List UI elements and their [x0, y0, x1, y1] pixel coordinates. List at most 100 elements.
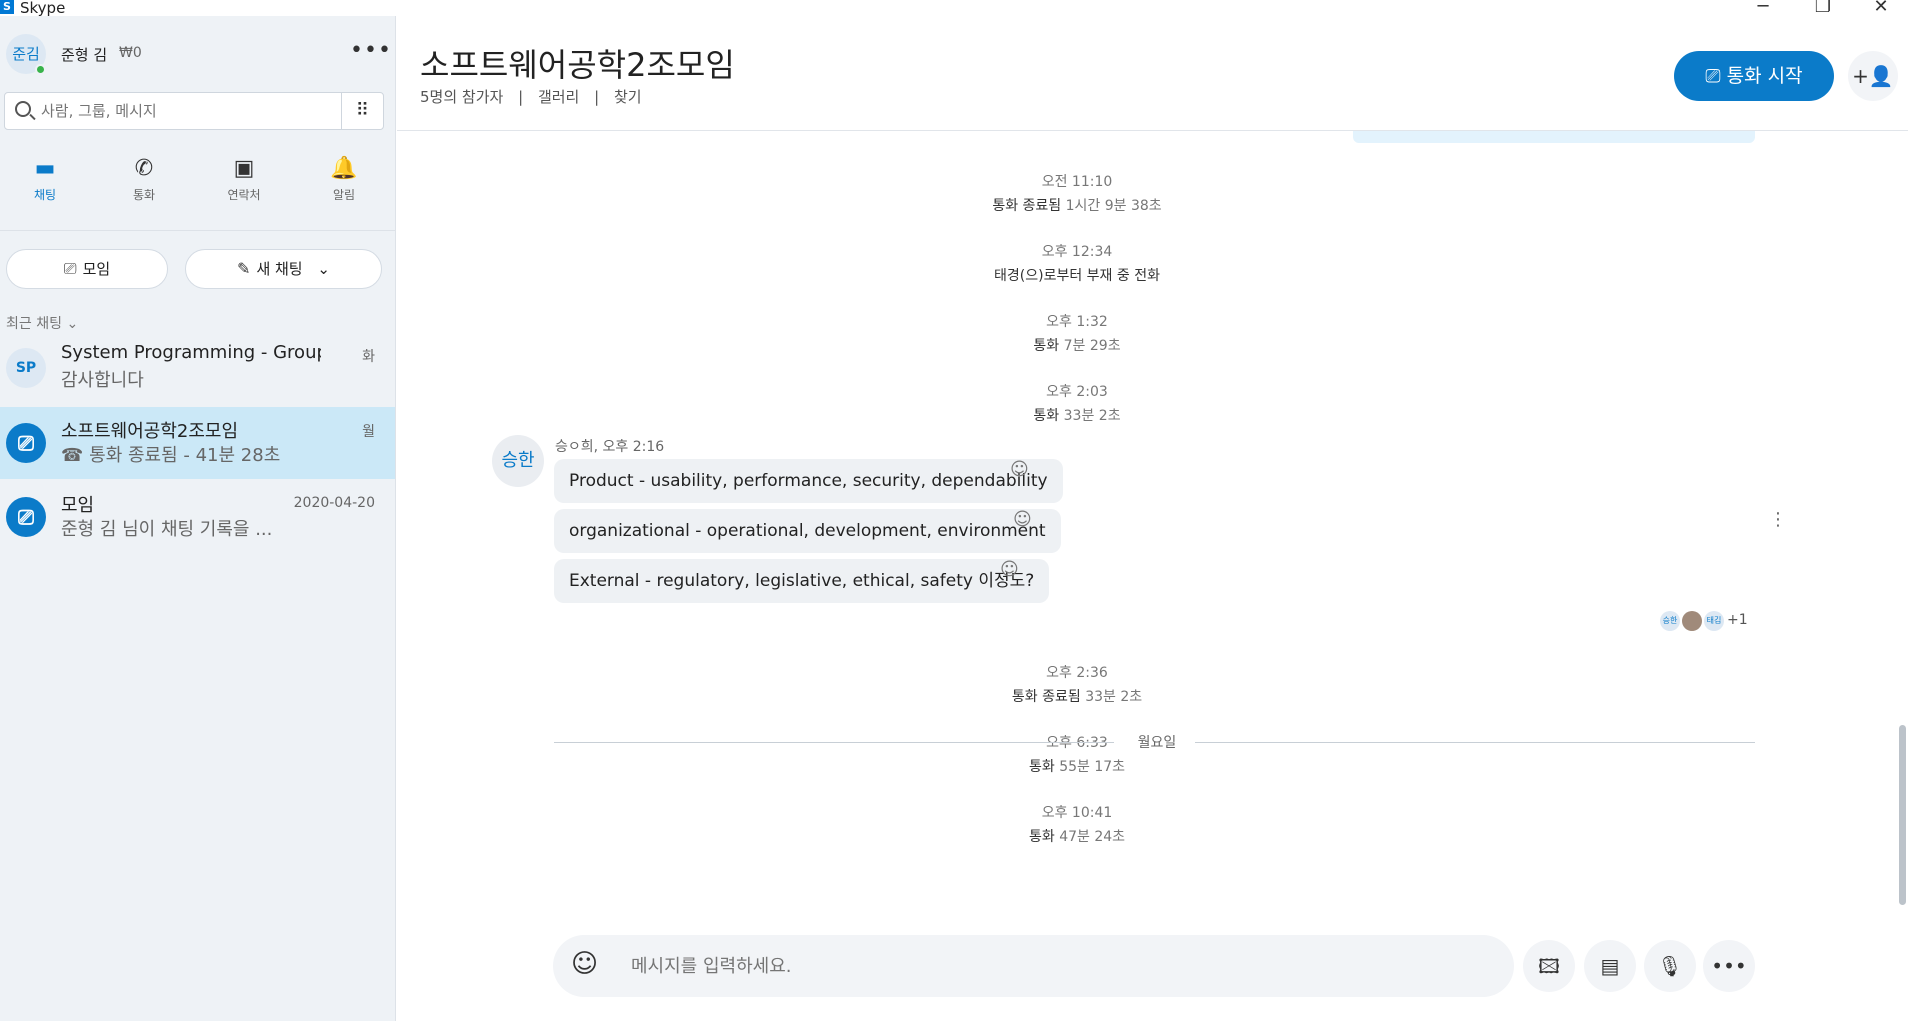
event-time: 오전 11:10 — [1041, 174, 1113, 190]
group-video-avatar-icon: ⎚ — [6, 423, 46, 463]
chat-preview: 준형 김 님이 채팅 기록을 ... — [61, 519, 273, 540]
presence-indicator — [35, 64, 46, 75]
event-label: 통화 종료됨 — [1011, 689, 1081, 705]
conversation-title[interactable]: 소프트웨어공학2조모임 — [420, 40, 735, 86]
read-avatar: 태김 — [1704, 611, 1724, 631]
meta-separator: | — [594, 88, 600, 106]
search-input[interactable] — [41, 99, 341, 123]
participants-link[interactable]: 5명의 참가자 — [420, 88, 503, 106]
bell-icon: 🔔 — [330, 156, 358, 181]
contact-card-icon[interactable]: ▤ — [1584, 940, 1636, 992]
tab-contacts[interactable]: ▣ 연락처 — [199, 156, 289, 203]
chat-preview: ☎ 통화 종료됨 - 41분 28초 — [61, 445, 281, 466]
call-event: 오후 2:03 통화 33분 2초 — [397, 381, 1757, 425]
chat-item[interactable]: SP System Programming - Group A 감사합니다 화 — [0, 332, 395, 404]
call-event: 오후 10:41 통화 47분 24초 — [397, 802, 1757, 846]
emoji-icon[interactable]: ☺ — [571, 949, 598, 979]
day-divider-label: 월요일 — [1137, 735, 1177, 751]
chat-name: System Programming - Group A — [61, 342, 321, 363]
message-bubble[interactable]: organizational - operational, developmen… — [554, 509, 1061, 553]
chat-name: 소프트웨어공학2조모임 — [61, 421, 239, 442]
recent-chats-toggle[interactable]: 최근 채팅 ⌄ — [6, 313, 78, 333]
event-label: 태경(으)로부터 부재 중 전화 — [994, 268, 1160, 284]
conversation-header: 소프트웨어공학2조모임 5명의 참가자 | 갤러리 | 찾기 ⎚ 통화 시작 +… — [397, 16, 1908, 131]
event-label: 통화 — [1033, 338, 1060, 354]
skype-logo-icon: S — [0, 0, 14, 14]
message-more-icon[interactable]: ⋮ — [1769, 509, 1787, 530]
more-options-icon[interactable]: ••• — [350, 38, 392, 63]
start-call-label: 통화 시작 — [1726, 65, 1803, 87]
tab-label: 채팅 — [33, 188, 57, 202]
video-icon: ⎚ — [63, 259, 77, 278]
event-label: 통화 종료됨 — [992, 198, 1062, 214]
chat-item[interactable]: ⎚ 모임 준형 김 님이 채팅 기록을 ... 2020-04-20 — [0, 481, 395, 553]
event-duration: 47분 24초 — [1059, 829, 1126, 845]
chat-preview: 감사합니다 — [61, 370, 144, 391]
app-title: Skype — [20, 0, 66, 17]
meeting-button[interactable]: ⎚ 모임 — [6, 249, 168, 289]
chat-icon: ▬ — [34, 156, 56, 181]
chat-name: 모임 — [61, 495, 95, 516]
event-label: 통화 — [1033, 408, 1060, 424]
find-link[interactable]: 찾기 — [614, 88, 642, 106]
message-bubble[interactable]: External - regulatory, legislative, ethi… — [554, 559, 1050, 603]
event-label: 통화 — [1028, 829, 1055, 845]
read-avatar: 승한 — [1660, 611, 1680, 631]
close-button[interactable]: ✕ — [1866, 0, 1896, 17]
gallery-link[interactable]: 갤러리 — [538, 88, 579, 106]
event-duration: 55분 17초 — [1059, 759, 1126, 775]
new-chat-button[interactable]: ✎ 새 채팅 ⌄ — [185, 249, 382, 289]
event-time: 오후 2:03 — [1046, 384, 1108, 400]
call-event: 오전 11:10 통화 종료됨 1시간 9분 38초 — [397, 171, 1757, 215]
add-reaction-icon[interactable]: ☺ — [1010, 459, 1029, 480]
call-event: 오후 12:34 태경(으)로부터 부재 중 전화 — [397, 241, 1757, 285]
event-time: 오후 12:34 — [1041, 244, 1113, 260]
compose-icon: ✎ — [237, 259, 251, 278]
event-time: 오후 1:32 — [1046, 314, 1108, 330]
profile-balance[interactable]: ₩0 — [119, 45, 142, 61]
chevron-down-icon: ⌄ — [317, 260, 330, 278]
chevron-down-icon: ⌄ — [66, 316, 79, 332]
event-duration: 33분 2초 — [1085, 689, 1143, 705]
chat-date: 화 — [362, 349, 375, 365]
dialpad-icon[interactable]: ⠿ — [341, 93, 383, 129]
message-bubble[interactable]: Product - usability, performance, securi… — [554, 459, 1063, 503]
restore-button[interactable]: ❐ — [1808, 0, 1838, 17]
event-duration: 1시간 9분 38초 — [1065, 198, 1162, 214]
conversation-meta: 5명의 참가자 | 갤러리 | 찾기 — [420, 86, 652, 107]
add-reaction-icon[interactable]: ☺ — [1000, 559, 1019, 580]
tab-calls[interactable]: ✆ 통화 — [99, 156, 189, 203]
microphone-icon[interactable]: 🎙 — [1644, 940, 1696, 992]
feed-scrollbar[interactable] — [1899, 725, 1906, 905]
media-icon[interactable]: 🖾 — [1523, 940, 1575, 992]
tab-label: 알림 — [332, 188, 356, 202]
message-feed: 오전 11:10 통화 종료됨 1시간 9분 38초 오후 12:34 태경(으… — [397, 131, 1908, 931]
read-avatar-photo — [1682, 611, 1702, 631]
minimize-button[interactable]: ─ — [1748, 0, 1778, 17]
title-bar: S Skype ─ ❐ ✕ — [0, 0, 1908, 17]
recent-chats-label: 최근 채팅 — [6, 316, 62, 332]
event-time: 오후 10:41 — [1041, 805, 1113, 821]
event-time: 오후 2:36 — [1046, 665, 1108, 681]
call-event: 오후 2:36 통화 종료됨 33분 2초 — [397, 662, 1757, 706]
message-input[interactable] — [631, 953, 1431, 979]
start-call-button[interactable]: ⎚ 통화 시작 — [1674, 51, 1834, 101]
add-person-icon[interactable]: +👤 — [1848, 51, 1898, 101]
tab-notifications[interactable]: 🔔 알림 — [299, 156, 389, 203]
chat-date: 2020-04-20 — [293, 495, 375, 511]
profile-name[interactable]: 준형 김 — [61, 44, 107, 65]
sender-avatar[interactable]: 승한 — [492, 435, 544, 487]
tab-label: 통화 — [132, 188, 156, 202]
search-box[interactable]: ⠿ — [4, 92, 384, 130]
chat-avatar: SP — [6, 348, 46, 388]
tab-chats[interactable]: ▬ 채팅 — [0, 156, 90, 203]
composer: ☺ — [553, 935, 1514, 997]
contacts-icon: ▣ — [233, 156, 255, 181]
chat-date: 월 — [362, 424, 375, 440]
more-options-icon[interactable]: ••• — [1703, 940, 1755, 992]
new-chat-label: 새 채팅 — [256, 260, 303, 278]
chat-item-active[interactable]: ⎚ 소프트웨어공학2조모임 ☎ 통화 종료됨 - 41분 28초 월 — [0, 407, 395, 479]
add-reaction-icon[interactable]: ☺ — [1013, 509, 1032, 530]
sidebar: 준김 준형 김 ₩0 ••• ⠿ ▬ 채팅 ✆ 통화 ▣ 연락처 🔔 알림 ⎚모… — [0, 16, 396, 1021]
previous-message-bubble — [1353, 131, 1755, 143]
